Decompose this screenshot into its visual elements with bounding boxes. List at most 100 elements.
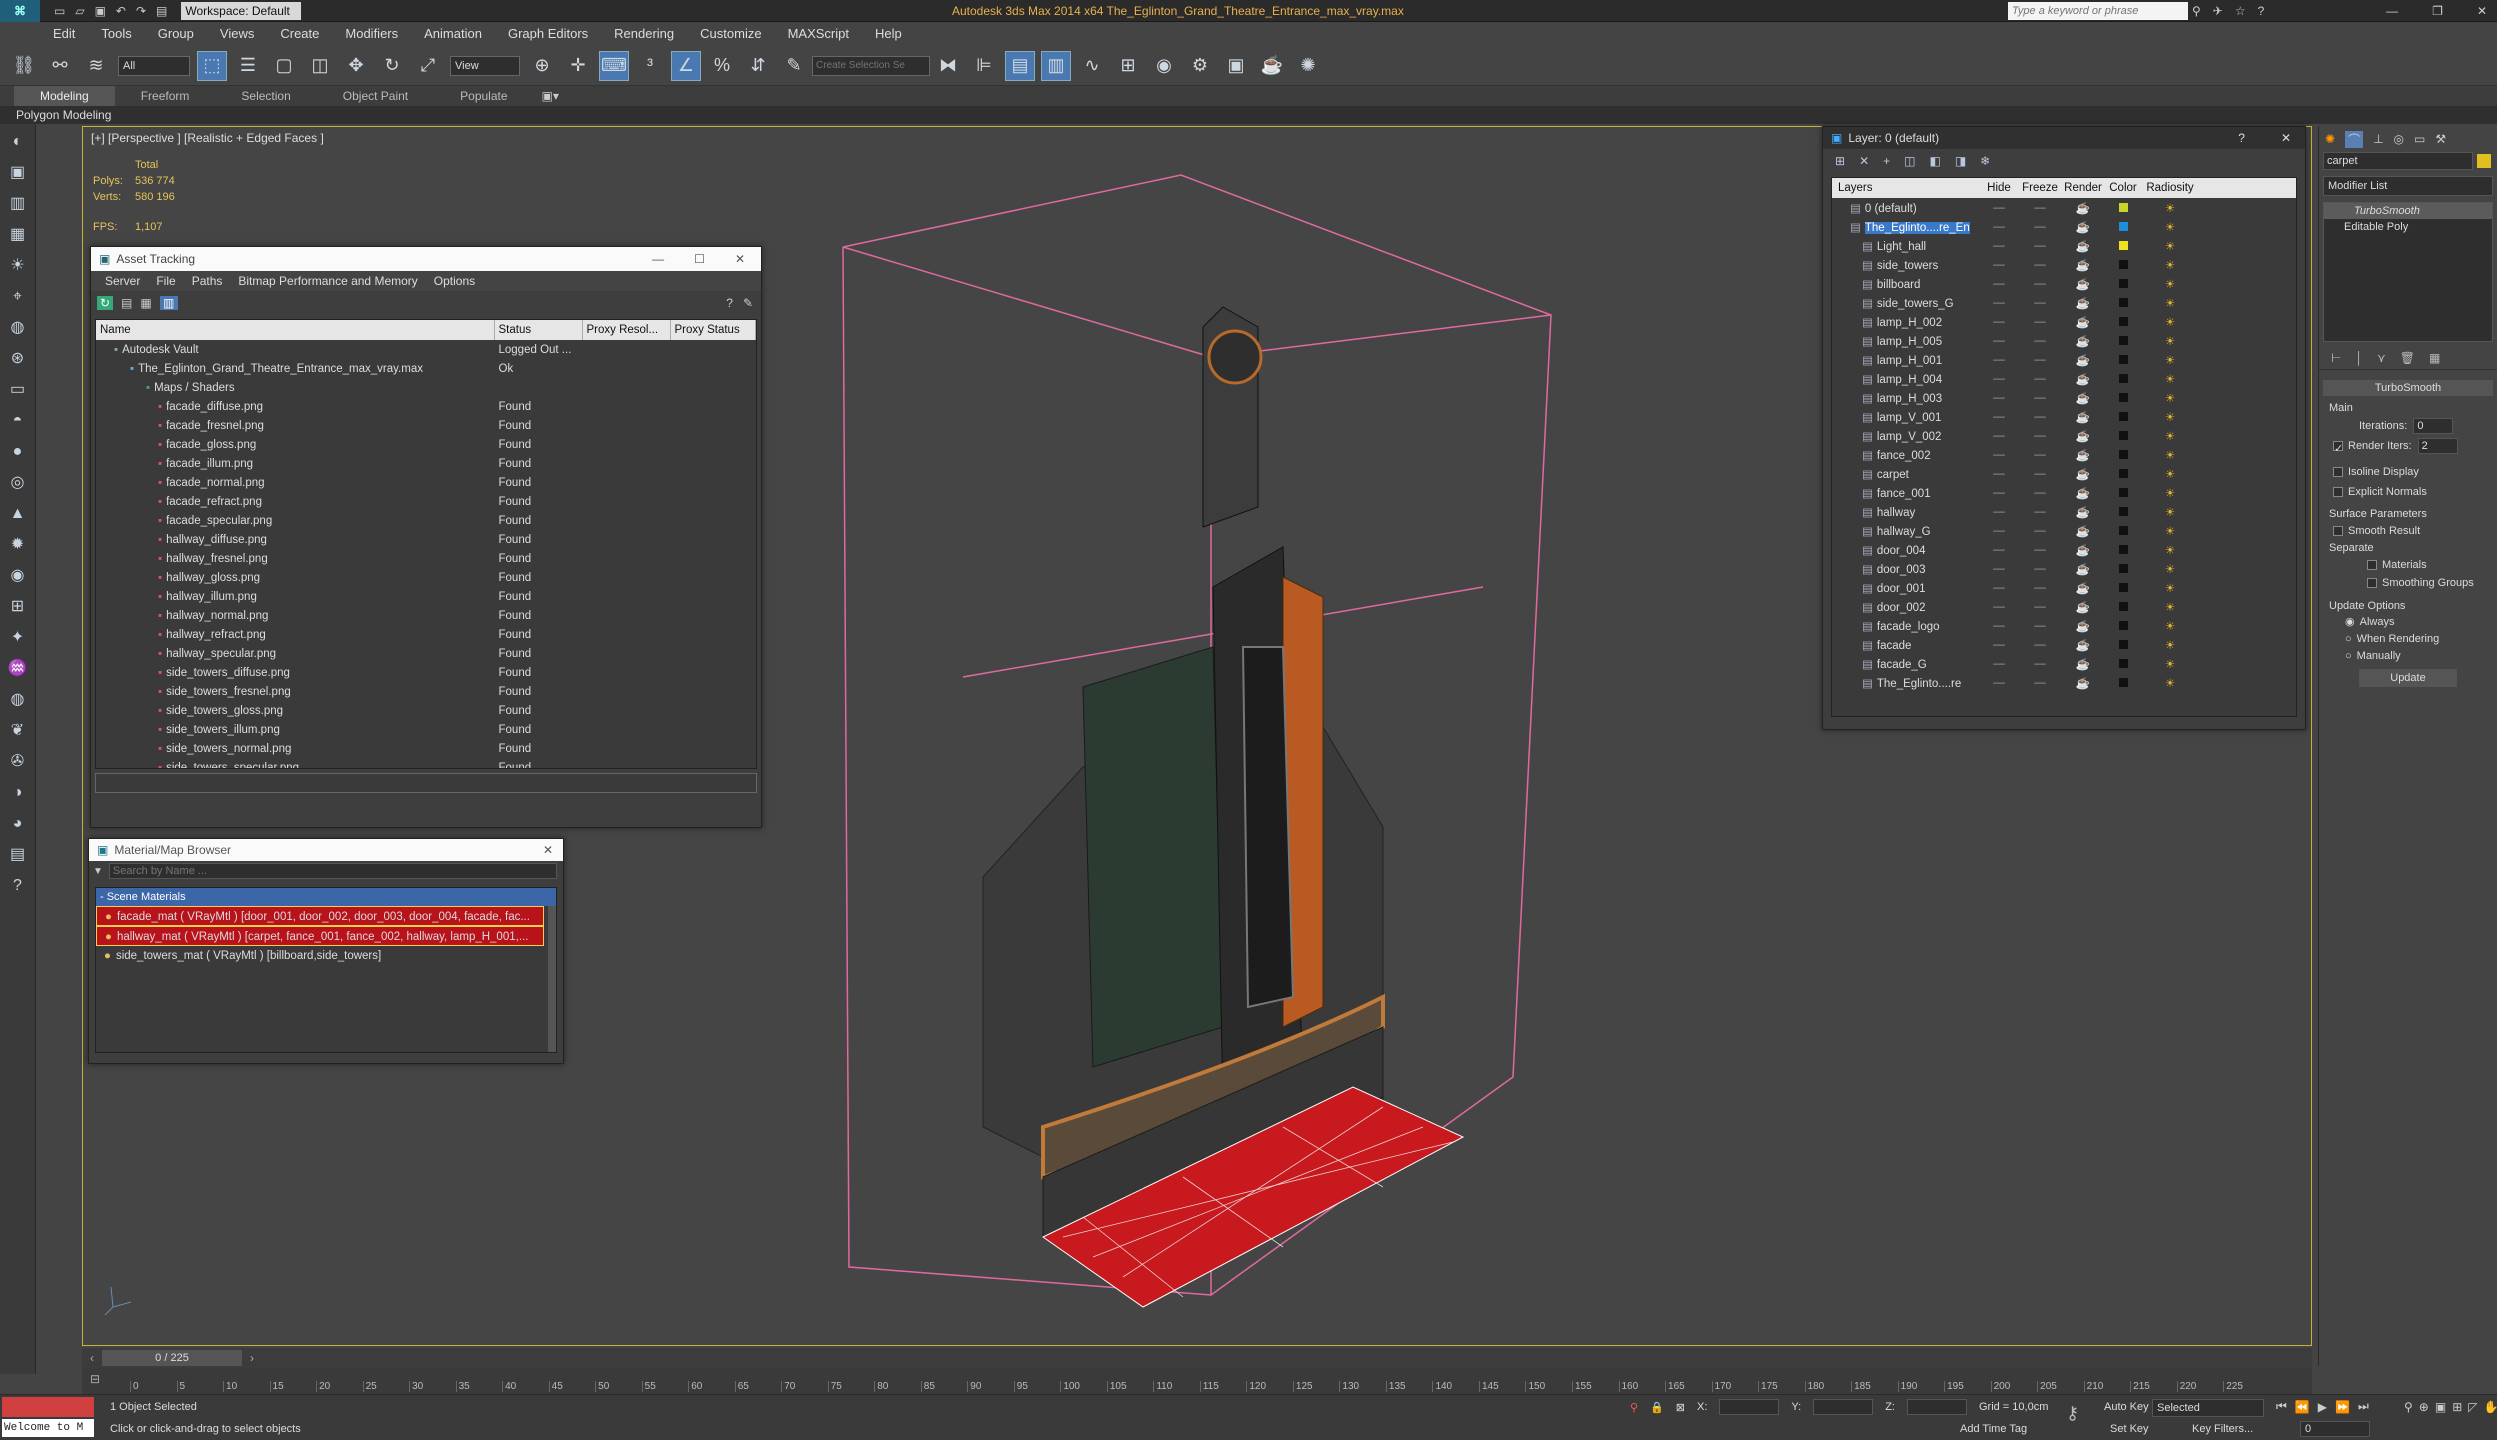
render-teapot-icon[interactable]: ☕ (2062, 524, 2104, 538)
modify-tab-icon[interactable]: ⌒ (2345, 130, 2364, 148)
mb-material-item[interactable]: ● hallway_mat ( VRayMtl ) [carpet, fance_… (96, 926, 544, 946)
hide-toggle[interactable]: — (1980, 259, 2018, 271)
freeze-toggle[interactable]: — (2018, 677, 2062, 689)
cone-icon[interactable]: ▲ (5, 501, 31, 527)
materials-checkbox[interactable] (2367, 560, 2377, 571)
hide-toggle[interactable]: — (1980, 221, 2018, 233)
maxscript-mini-icon[interactable] (2, 1397, 94, 1417)
play-icon[interactable]: ▶ (2318, 1400, 2327, 1414)
layer-color-cell[interactable] (2104, 468, 2142, 480)
layer-row[interactable]: ▤ carpet — — ☕ ☀ (1832, 464, 2296, 483)
radiosity-icon[interactable]: ☀ (2142, 201, 2198, 215)
at-table-row[interactable]: ▪ facade_specular.png Found (96, 511, 756, 530)
spinner-snap-icon[interactable]: ⇵ (743, 51, 773, 81)
radiosity-icon[interactable]: ☀ (2142, 676, 2198, 690)
hide-toggle[interactable]: — (1980, 373, 2018, 385)
keyboard-shortcut-override-icon[interactable]: ⌨ (599, 50, 629, 81)
render-teapot-icon[interactable]: ☕ (2062, 562, 2104, 576)
at-table-row[interactable]: ▪ side_towers_diffuse.png Found (96, 663, 756, 682)
remove-modifier-icon[interactable]: 🗑 (2400, 351, 2415, 365)
radiosity-icon[interactable]: ☀ (2142, 524, 2198, 538)
render-teapot-icon[interactable]: ☕ (2062, 581, 2104, 595)
hide-toggle[interactable]: — (1980, 392, 2018, 404)
at-close-icon[interactable]: ✕ (735, 247, 745, 271)
ribbon-polygon-modeling[interactable]: Polygon Modeling (16, 108, 111, 122)
render-teapot-icon[interactable]: ☕ (2062, 391, 2104, 405)
schematic-view-icon[interactable]: ⊞ (1113, 51, 1143, 81)
freeze-toggle[interactable]: — (2018, 335, 2062, 347)
layer-color-swatch[interactable] (2118, 677, 2128, 687)
stack-item-turbosmooth[interactable]: TurboSmooth (2324, 203, 2492, 219)
at-col-proxy-resolution[interactable]: Proxy Resol... (582, 320, 671, 340)
at-table-row[interactable]: ▪ The_Eglinton_Grand_Theatre_Entrance_max… (96, 359, 756, 378)
x-coordinate-field[interactable] (1719, 1399, 1780, 1415)
at-table-row[interactable]: ▪ hallway_refract.png Found (96, 625, 756, 644)
layer-color-swatch[interactable] (2118, 639, 2128, 649)
shape-icon[interactable]: ▭ (5, 377, 31, 403)
le-freeze-all-icon[interactable]: ❄ (1980, 154, 1990, 168)
render-teapot-icon[interactable]: ☕ (2062, 296, 2104, 310)
go-to-start-icon[interactable]: ⏮ (2276, 1399, 2287, 1414)
layer-color-cell[interactable] (2104, 240, 2142, 252)
layer-color-swatch[interactable] (2118, 411, 2128, 421)
layer-color-swatch[interactable] (2118, 620, 2128, 630)
hide-toggle[interactable]: — (1980, 639, 2018, 651)
select-object-icon[interactable]: ⬚ (197, 50, 227, 81)
at-menu-file[interactable]: File (148, 274, 183, 288)
previous-frame-icon[interactable]: ⏪ (2295, 1400, 2310, 1414)
dome-icon[interactable]: ◓ (5, 408, 31, 434)
menu-tools[interactable]: Tools (88, 22, 144, 46)
layer-color-swatch[interactable] (2118, 601, 2128, 611)
y-coordinate-field[interactable] (1813, 1399, 1874, 1415)
material-browser-titlebar[interactable]: ▣ Material/Map Browser ✕ (89, 839, 563, 861)
menu-help[interactable]: Help (862, 22, 915, 46)
go-to-end-icon[interactable]: ⏭ (2358, 1399, 2369, 1414)
minimize-icon[interactable]: — (2386, 4, 2398, 18)
le-hide-all-icon[interactable]: ◨ (1955, 154, 1966, 168)
at-table-row[interactable]: ▪ facade_gloss.png Found (96, 435, 756, 454)
at-minimize-icon[interactable]: — (652, 247, 664, 271)
layer-color-swatch[interactable] (2118, 297, 2128, 307)
layer-color-swatch[interactable] (2118, 449, 2128, 459)
set-key-button[interactable]: Set Key (2110, 1423, 2149, 1435)
layer-color-swatch[interactable] (2118, 202, 2128, 212)
new-file-icon[interactable]: ▭ (54, 4, 65, 18)
stack-item-editable-poly[interactable]: Editable Poly (2324, 219, 2492, 235)
hide-toggle[interactable]: — (1980, 658, 2018, 670)
radiosity-icon[interactable]: ☀ (2142, 467, 2198, 481)
menu-animation[interactable]: Animation (411, 22, 495, 46)
maxscript-listener-input[interactable]: Welcome to M (2, 1419, 94, 1437)
at-table-row[interactable]: ▪ side_towers_illum.png Found (96, 720, 756, 739)
freeze-toggle[interactable]: — (2018, 658, 2062, 670)
freeze-toggle[interactable]: — (2018, 240, 2062, 252)
layer-row[interactable]: ▤ lamp_H_002— — ☕ ☀ (1832, 312, 2296, 331)
material-icon[interactable]: ◕ (5, 811, 31, 837)
le-select-objects-icon[interactable]: ◫ (1904, 154, 1915, 168)
layer-row[interactable]: ▤ hallway — — ☕ ☀ (1832, 502, 2296, 521)
render-teapot-icon[interactable]: ☕ (2062, 467, 2104, 481)
layer-row[interactable]: ▤ lamp_V_001— — ☕ ☀ (1832, 407, 2296, 426)
globe-icon[interactable]: ◍ (5, 687, 31, 713)
le-col-color[interactable]: Color (2104, 182, 2142, 194)
render-teapot-icon[interactable]: ☕ (2062, 334, 2104, 348)
render-teapot-icon[interactable]: ☕ (2062, 543, 2104, 557)
freeze-toggle[interactable]: — (2018, 468, 2062, 480)
mb-material-item[interactable]: ● side_towers_mat ( VRayMtl ) [billboard,… (96, 946, 544, 966)
always-radio[interactable]: ◉ (2345, 616, 2355, 628)
layers-icon[interactable]: ▤ (5, 842, 31, 868)
hide-toggle[interactable]: — (1980, 601, 2018, 613)
radiosity-icon[interactable]: ☀ (2142, 619, 2198, 633)
layer-row[interactable]: ▤ 0 (default) — — ☕ ☀ (1832, 198, 2296, 217)
object-color-swatch[interactable] (2477, 154, 2491, 168)
hierarchy-tab-icon[interactable]: ⊥ (2373, 132, 2383, 146)
layer-color-cell[interactable] (2104, 202, 2142, 214)
radiosity-icon[interactable]: ☀ (2142, 315, 2198, 329)
show-end-result-icon[interactable]: │ (2355, 351, 2363, 365)
layer-color-swatch[interactable] (2118, 335, 2128, 345)
menu-customize[interactable]: Customize (687, 22, 774, 46)
asset-tracking-titlebar[interactable]: ▣ Asset Tracking — ☐ ✕ (91, 247, 761, 271)
layer-color-cell[interactable] (2104, 354, 2142, 366)
radiosity-icon[interactable]: ☀ (2142, 277, 2198, 291)
freeze-toggle[interactable]: — (2018, 202, 2062, 214)
layer-color-cell[interactable] (2104, 297, 2142, 309)
